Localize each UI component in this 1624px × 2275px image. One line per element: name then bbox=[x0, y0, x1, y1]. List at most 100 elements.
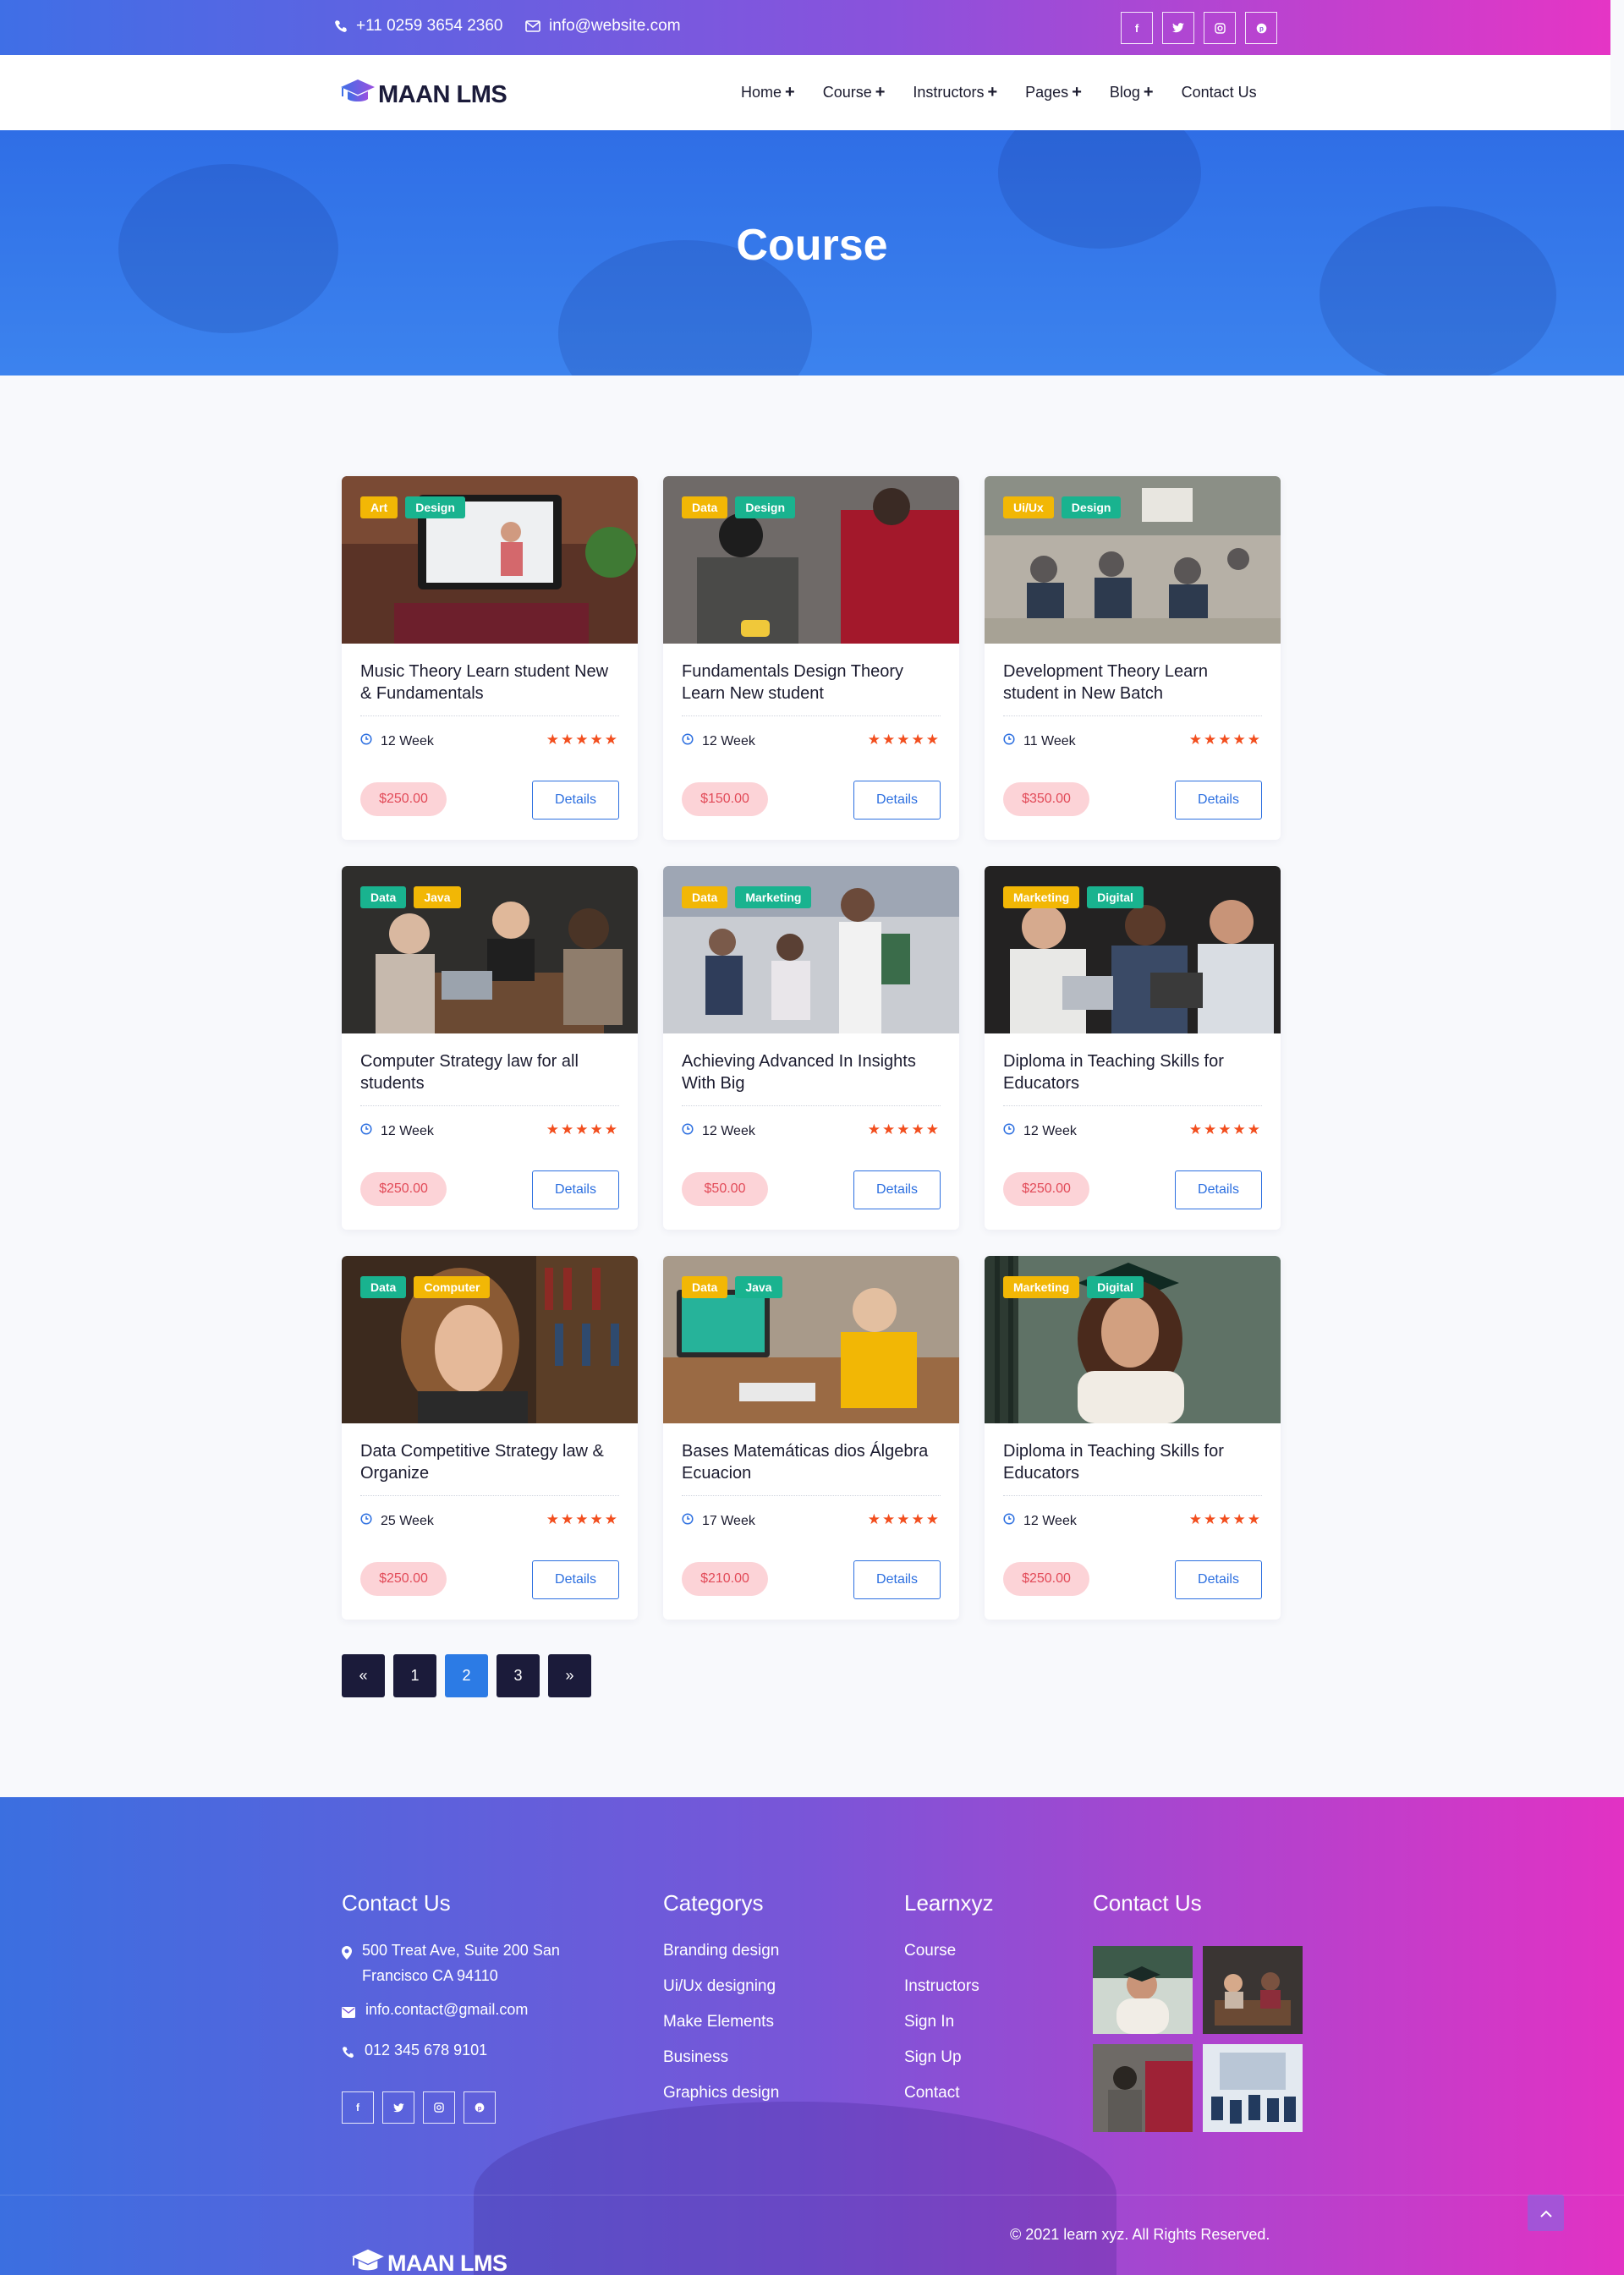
footer-category-link[interactable]: Business bbox=[663, 2048, 779, 2067]
nav-item-contact[interactable]: Contact Us bbox=[1182, 83, 1257, 102]
details-button[interactable]: Details bbox=[853, 1170, 941, 1209]
gallery-thumb-graduate[interactable] bbox=[1093, 1946, 1193, 2034]
footer-brand-logo[interactable]: MAAN LMS bbox=[350, 2246, 508, 2275]
course-price: $250.00 bbox=[360, 782, 447, 816]
category-tag[interactable]: Java bbox=[735, 1276, 782, 1298]
gallery-thumb-ceremony[interactable] bbox=[1203, 2044, 1303, 2132]
facebook-icon[interactable]: f bbox=[342, 2091, 374, 2124]
category-tag[interactable]: Data bbox=[360, 886, 407, 908]
category-tag[interactable]: Ui/Ux bbox=[1003, 496, 1054, 518]
course-card[interactable]: Data Java Computer Strategy law for all st… bbox=[342, 866, 638, 1230]
nav-item-course[interactable]: Course + bbox=[823, 83, 886, 102]
topbar-email[interactable]: info@website.com bbox=[525, 17, 681, 36]
course-title[interactable]: Achieving Advanced In Insights With Big bbox=[682, 1050, 941, 1094]
category-tag[interactable]: Design bbox=[405, 496, 465, 518]
category-tag[interactable]: Java bbox=[414, 886, 461, 908]
course-card[interactable]: Marketing Digital Diploma in Teaching Skil… bbox=[985, 1256, 1281, 1620]
course-card[interactable]: Data Java Bases Matemáticas dios Álgebra E… bbox=[663, 1256, 959, 1620]
details-button[interactable]: Details bbox=[1175, 1170, 1262, 1209]
footer-link[interactable]: Sign In bbox=[904, 2012, 979, 2031]
category-tag[interactable]: Computer bbox=[414, 1276, 491, 1298]
category-tag[interactable]: Data bbox=[682, 1276, 728, 1298]
category-tag[interactable]: Data bbox=[360, 1276, 407, 1298]
nav-item-pages[interactable]: Pages + bbox=[1025, 83, 1082, 102]
footer-category-link[interactable]: Ui/Ux designing bbox=[663, 1976, 779, 1996]
scroll-to-top-button[interactable] bbox=[1528, 2195, 1564, 2231]
star-icon: ★ bbox=[1188, 732, 1204, 748]
topbar-phone[interactable]: +11 0259 3654 2360 bbox=[334, 17, 502, 36]
footer-category-link[interactable]: Make Elements bbox=[663, 2012, 779, 2031]
gallery-thumb-students[interactable] bbox=[1093, 2044, 1193, 2132]
course-title[interactable]: Data Competitive Strategy law & Organize bbox=[360, 1440, 619, 1484]
course-card[interactable]: Marketing Digital Diploma in Teaching Skil… bbox=[985, 866, 1281, 1230]
details-button[interactable]: Details bbox=[1175, 781, 1262, 820]
instagram-icon[interactable] bbox=[423, 2091, 455, 2124]
category-tag[interactable]: Design bbox=[735, 496, 796, 518]
details-button[interactable]: Details bbox=[853, 781, 941, 820]
brand-logo[interactable]: MAAN LMS bbox=[339, 76, 508, 113]
course-title[interactable]: Diploma in Teaching Skills for Educators bbox=[1003, 1440, 1262, 1484]
details-button[interactable]: Details bbox=[532, 1560, 619, 1599]
course-title[interactable]: Development Theory Learn student in New … bbox=[1003, 661, 1262, 704]
nav-item-instructors[interactable]: Instructors + bbox=[913, 83, 997, 102]
category-tag[interactable]: Marketing bbox=[1003, 886, 1080, 908]
star-icon: ★ bbox=[925, 732, 941, 748]
course-title[interactable]: Bases Matemáticas dios Álgebra Ecuacion bbox=[682, 1440, 941, 1484]
pinterest-icon[interactable]: p bbox=[464, 2091, 496, 2124]
twitter-icon[interactable] bbox=[1162, 12, 1194, 44]
footer-link[interactable]: Contact bbox=[904, 2083, 979, 2102]
details-button[interactable]: Details bbox=[532, 781, 619, 820]
star-icon: ★ bbox=[1247, 1121, 1262, 1138]
pagination-page-1[interactable]: 1 bbox=[393, 1654, 436, 1697]
course-card[interactable]: Data Design Fundamentals Design Theory Lea… bbox=[663, 476, 959, 840]
card-divider bbox=[682, 1105, 941, 1106]
star-icon: ★ bbox=[1232, 1121, 1248, 1138]
category-tag[interactable]: Design bbox=[1061, 496, 1122, 518]
nav-item-blog[interactable]: Blog + bbox=[1110, 83, 1154, 102]
footer-link[interactable]: Instructors bbox=[904, 1976, 979, 1996]
footer-link[interactable]: Course bbox=[904, 1941, 979, 1960]
facebook-icon[interactable]: f bbox=[1121, 12, 1153, 44]
course-title[interactable]: Computer Strategy law for all students bbox=[360, 1050, 619, 1094]
details-button[interactable]: Details bbox=[532, 1170, 619, 1209]
star-icon: ★ bbox=[911, 1511, 926, 1527]
phone-icon bbox=[334, 19, 348, 33]
nav-item-home[interactable]: Home + bbox=[741, 83, 795, 102]
category-tag[interactable]: Data bbox=[682, 496, 728, 518]
instagram-icon[interactable] bbox=[1204, 12, 1236, 44]
category-tag[interactable]: Data bbox=[682, 886, 728, 908]
category-tag[interactable]: Digital bbox=[1087, 886, 1144, 908]
course-title[interactable]: Music Theory Learn student New & Fundame… bbox=[360, 661, 619, 704]
star-icon: ★ bbox=[604, 1121, 619, 1138]
star-icon: ★ bbox=[1232, 1511, 1248, 1527]
course-card[interactable]: Ui/Ux Design Development Theory Learn stud… bbox=[985, 476, 1281, 840]
category-tag[interactable]: Art bbox=[360, 496, 398, 518]
footer-phone[interactable]: 012 345 678 9101 bbox=[342, 2037, 612, 2066]
course-title[interactable]: Fundamentals Design Theory Learn New stu… bbox=[682, 661, 941, 704]
card-divider bbox=[682, 715, 941, 716]
pagination-prev[interactable]: « bbox=[342, 1654, 385, 1697]
pagination-page-3[interactable]: 3 bbox=[497, 1654, 540, 1697]
footer-link[interactable]: Sign Up bbox=[904, 2048, 979, 2067]
pagination-page-2[interactable]: 2 bbox=[445, 1654, 488, 1697]
course-card[interactable]: Art Design Music Theory Learn student New … bbox=[342, 476, 638, 840]
star-icon: ★ bbox=[1218, 1511, 1233, 1527]
footer-category-link[interactable]: Branding design bbox=[663, 1941, 779, 1960]
gallery-thumb-study-group[interactable] bbox=[1203, 1946, 1303, 2034]
details-button[interactable]: Details bbox=[853, 1560, 941, 1599]
category-tag[interactable]: Marketing bbox=[1003, 1276, 1080, 1298]
details-button[interactable]: Details bbox=[1175, 1560, 1262, 1599]
nav-label: Course bbox=[822, 84, 872, 101]
footer-category-link[interactable]: Graphics design bbox=[663, 2083, 779, 2102]
pinterest-icon[interactable]: p bbox=[1245, 12, 1277, 44]
footer-gallery bbox=[1093, 1946, 1303, 2132]
course-card[interactable]: Data Marketing Achieving Advanced In Insig… bbox=[663, 866, 959, 1230]
footer-email[interactable]: info.contact@gmail.com bbox=[342, 1997, 612, 2026]
star-icon: ★ bbox=[590, 732, 605, 748]
pagination-next[interactable]: » bbox=[548, 1654, 591, 1697]
course-title[interactable]: Diploma in Teaching Skills for Educators bbox=[1003, 1050, 1262, 1094]
category-tag[interactable]: Digital bbox=[1087, 1276, 1144, 1298]
course-card[interactable]: Data Computer Data Competitive Strategy la… bbox=[342, 1256, 638, 1620]
category-tag[interactable]: Marketing bbox=[735, 886, 812, 908]
twitter-icon[interactable] bbox=[382, 2091, 414, 2124]
